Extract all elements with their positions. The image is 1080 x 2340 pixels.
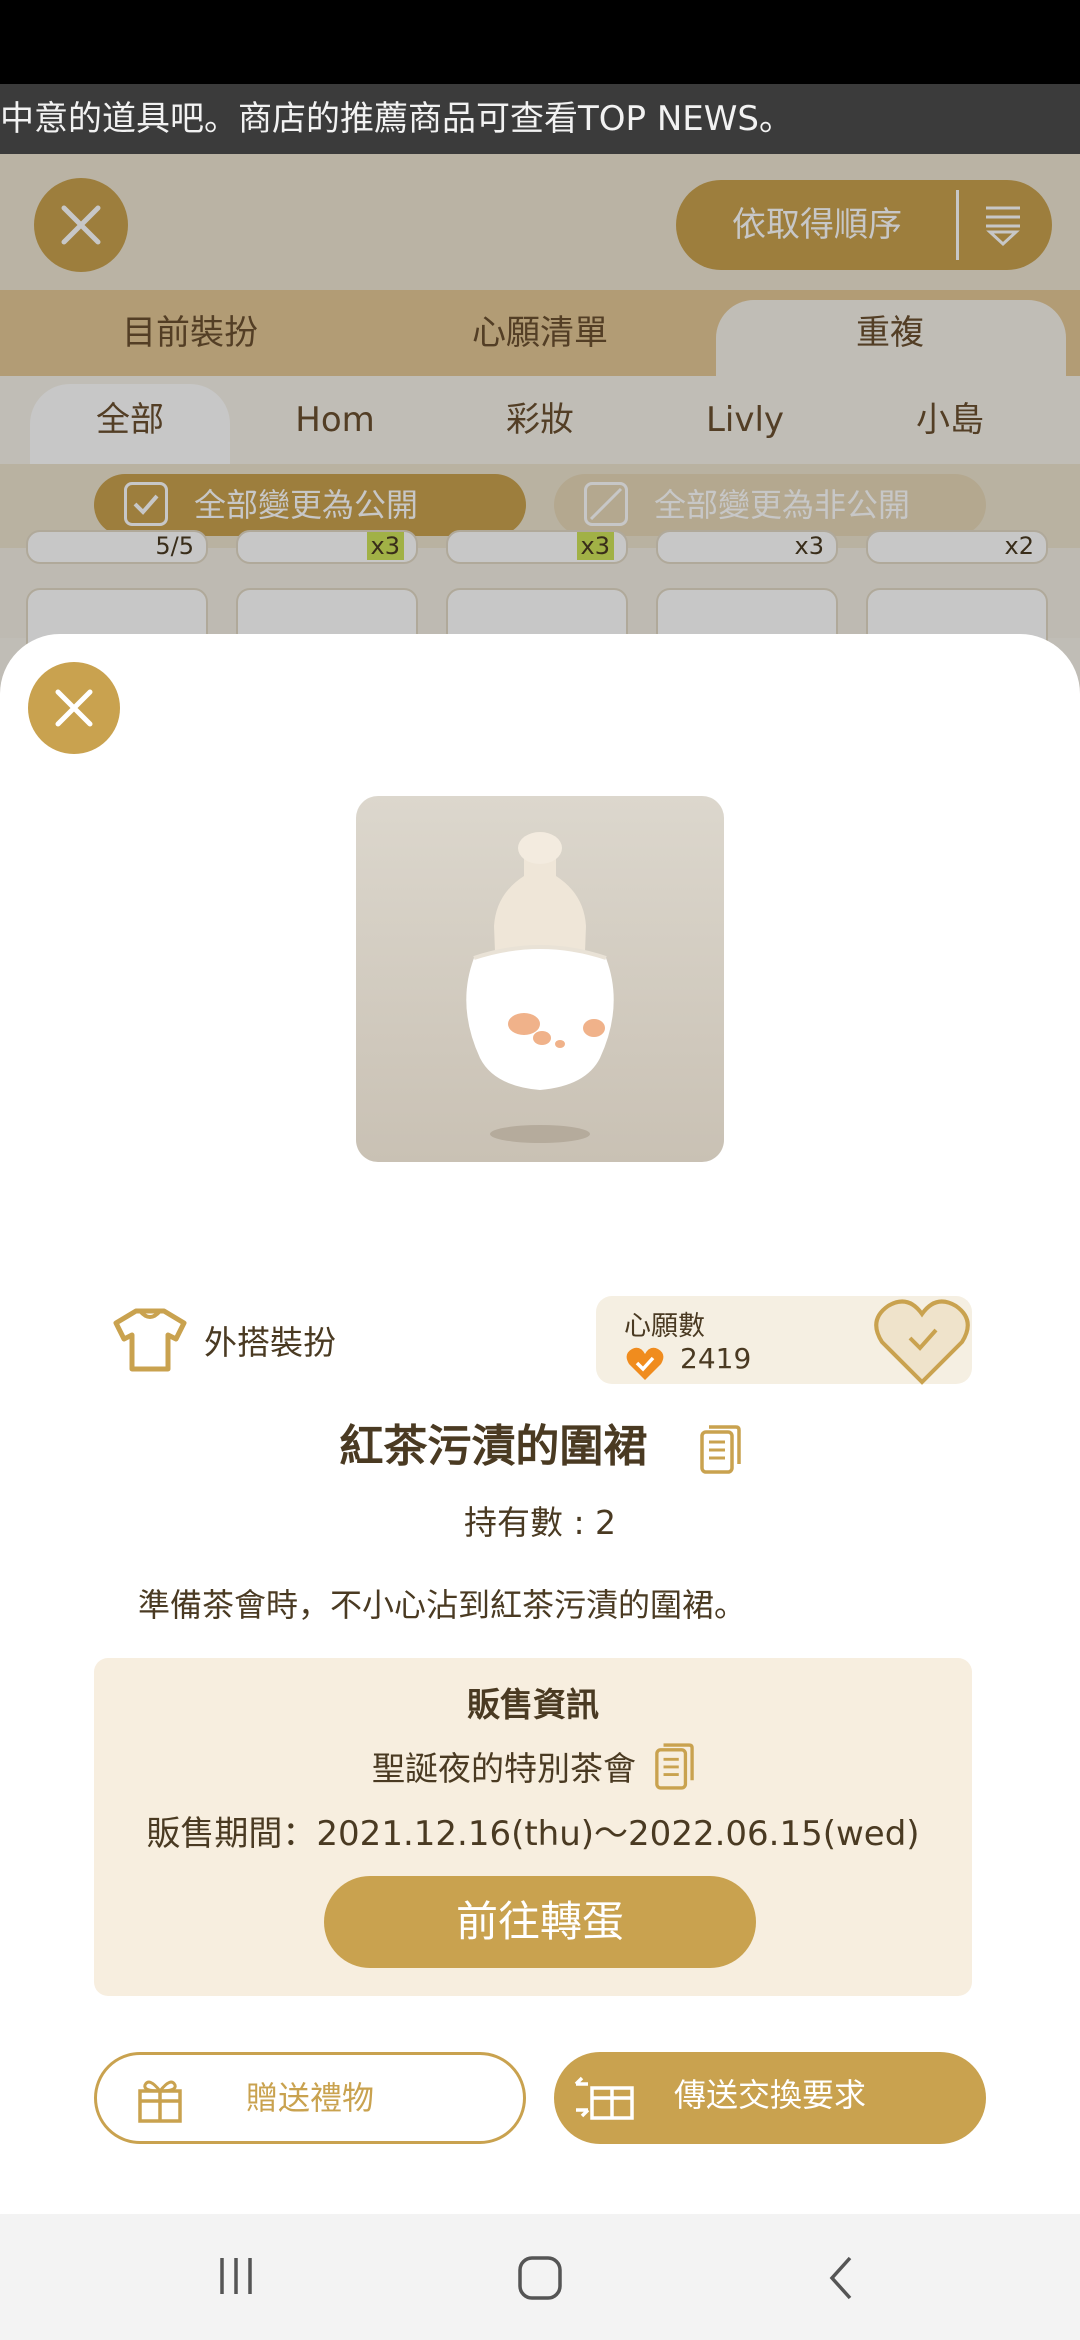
shirt-icon: [113, 1308, 187, 1372]
sale-period: 販售期間：2021.12.16(thu)～2022.06.15(wed): [146, 1814, 920, 1854]
modal-close-button[interactable]: [28, 662, 120, 754]
close-icon: [55, 689, 93, 727]
heart-check-icon: [626, 1347, 664, 1380]
copy-icon[interactable]: [654, 1742, 694, 1790]
wish-title: 心願數: [624, 1311, 705, 1342]
item-name: 紅茶污漬的圍裙: [339, 1421, 648, 1472]
category-label: 外搭裝扮: [204, 1323, 336, 1362]
send-gift-button[interactable]: 贈送禮物: [94, 2052, 526, 2144]
recent-apps-icon[interactable]: [214, 2254, 258, 2298]
home-icon[interactable]: [516, 2254, 564, 2302]
gacha-name-row: 聖誕夜的特別茶會: [94, 1742, 972, 1790]
sale-info-header: 販售資訊: [467, 1685, 599, 1724]
trade-label: 傳送交換要求: [673, 2076, 866, 2114]
item-name-row: 紅茶污漬的圍裙: [0, 1410, 1080, 1474]
wish-count: 2419: [680, 1342, 752, 1375]
item-category: 外搭裝扮: [110, 1300, 336, 1380]
system-nav-bar: [0, 2214, 1080, 2340]
status-bar: [0, 0, 1080, 84]
apron-illustration: [466, 832, 614, 1143]
item-image: [356, 796, 724, 1162]
copy-icon[interactable]: [699, 1424, 741, 1474]
news-ticker: 中意的道具吧。商店的推薦商品可查看TOP NEWS。: [0, 84, 1080, 154]
send-trade-request-button[interactable]: 傳送交換要求: [554, 2052, 986, 2144]
gacha-name: 聖誕夜的特別茶會: [372, 1749, 636, 1788]
back-icon[interactable]: [820, 2254, 864, 2302]
ticker-text: 中意的道具吧。商店的推薦商品可查看TOP NEWS。: [0, 99, 793, 139]
heart-icon: [874, 1299, 970, 1385]
owned-count: 持有數 : 2: [463, 1503, 617, 1542]
item-description: 準備茶會時，不小心沾到紅茶污漬的圍裙。: [138, 1586, 747, 1624]
wish-toggle-button[interactable]: [870, 1294, 974, 1388]
gift-label: 贈送禮物: [245, 2079, 374, 2117]
go-to-gacha-button[interactable]: 前往轉蛋: [324, 1876, 756, 1968]
